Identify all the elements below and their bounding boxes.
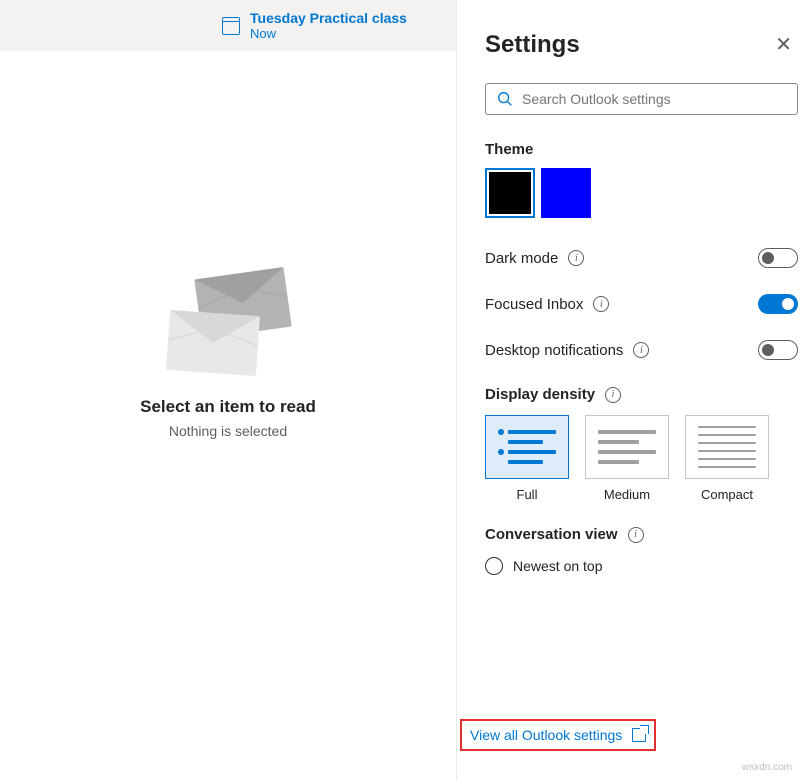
theme-swatch-black[interactable]: [485, 168, 535, 218]
theme-options: [485, 168, 800, 218]
focused-inbox-toggle[interactable]: [758, 294, 798, 314]
calendar-event-banner[interactable]: Tuesday Practical class Now: [0, 0, 456, 51]
theme-swatch-blue[interactable]: [541, 168, 591, 218]
info-icon[interactable]: i: [593, 296, 609, 312]
search-input[interactable]: [522, 91, 787, 107]
dark-mode-label: Dark mode: [485, 250, 558, 267]
desktop-notifications-row: Desktop notifications i: [485, 340, 800, 360]
density-compact[interactable]: Compact: [685, 415, 769, 502]
density-options: Full Medium Compact: [485, 415, 800, 502]
info-icon[interactable]: i: [633, 342, 649, 358]
search-icon: [496, 90, 514, 108]
empty-state-title: Select an item to read: [140, 397, 316, 417]
event-time: Now: [250, 26, 407, 41]
info-icon[interactable]: i: [568, 250, 584, 266]
watermark: wsxdn.com: [742, 762, 792, 773]
reading-pane-container: Tuesday Practical class Now Select an it…: [0, 0, 456, 781]
envelope-illustration: [168, 273, 288, 373]
view-all-outlook-settings[interactable]: View all Outlook settings: [460, 719, 656, 751]
density-compact-label: Compact: [701, 487, 753, 502]
event-text: Tuesday Practical class Now: [250, 10, 407, 41]
desktop-notifications-toggle[interactable]: [758, 340, 798, 360]
density-label: Display density: [485, 386, 595, 403]
event-title: Tuesday Practical class: [250, 10, 407, 26]
info-icon[interactable]: i: [605, 387, 621, 403]
search-box[interactable]: [485, 83, 798, 115]
dark-mode-row: Dark mode i: [485, 248, 800, 268]
density-medium-label: Medium: [604, 487, 650, 502]
focused-inbox-label: Focused Inbox: [485, 296, 583, 313]
popout-icon: [632, 728, 646, 742]
reading-empty-state: Select an item to read Nothing is select…: [0, 51, 456, 781]
view-all-label: View all Outlook settings: [470, 727, 622, 743]
radio-icon: [485, 557, 503, 575]
dark-mode-toggle[interactable]: [758, 248, 798, 268]
desktop-notifications-label: Desktop notifications: [485, 342, 623, 359]
density-medium[interactable]: Medium: [585, 415, 669, 502]
conversation-newest-on-top[interactable]: Newest on top: [485, 557, 800, 575]
settings-panel: Settings ✕ Theme Dark mode i Focused Inb…: [456, 0, 800, 781]
conversation-view-label: Conversation view: [485, 526, 618, 543]
conversation-option-label: Newest on top: [513, 558, 603, 574]
calendar-icon: [222, 17, 240, 35]
focused-inbox-row: Focused Inbox i: [485, 294, 800, 314]
settings-title: Settings: [485, 31, 580, 59]
empty-state-subtitle: Nothing is selected: [169, 423, 287, 439]
close-icon[interactable]: ✕: [771, 28, 796, 61]
theme-label: Theme: [485, 141, 800, 158]
density-full[interactable]: Full: [485, 415, 569, 502]
info-icon[interactable]: i: [628, 527, 644, 543]
density-full-label: Full: [517, 487, 538, 502]
